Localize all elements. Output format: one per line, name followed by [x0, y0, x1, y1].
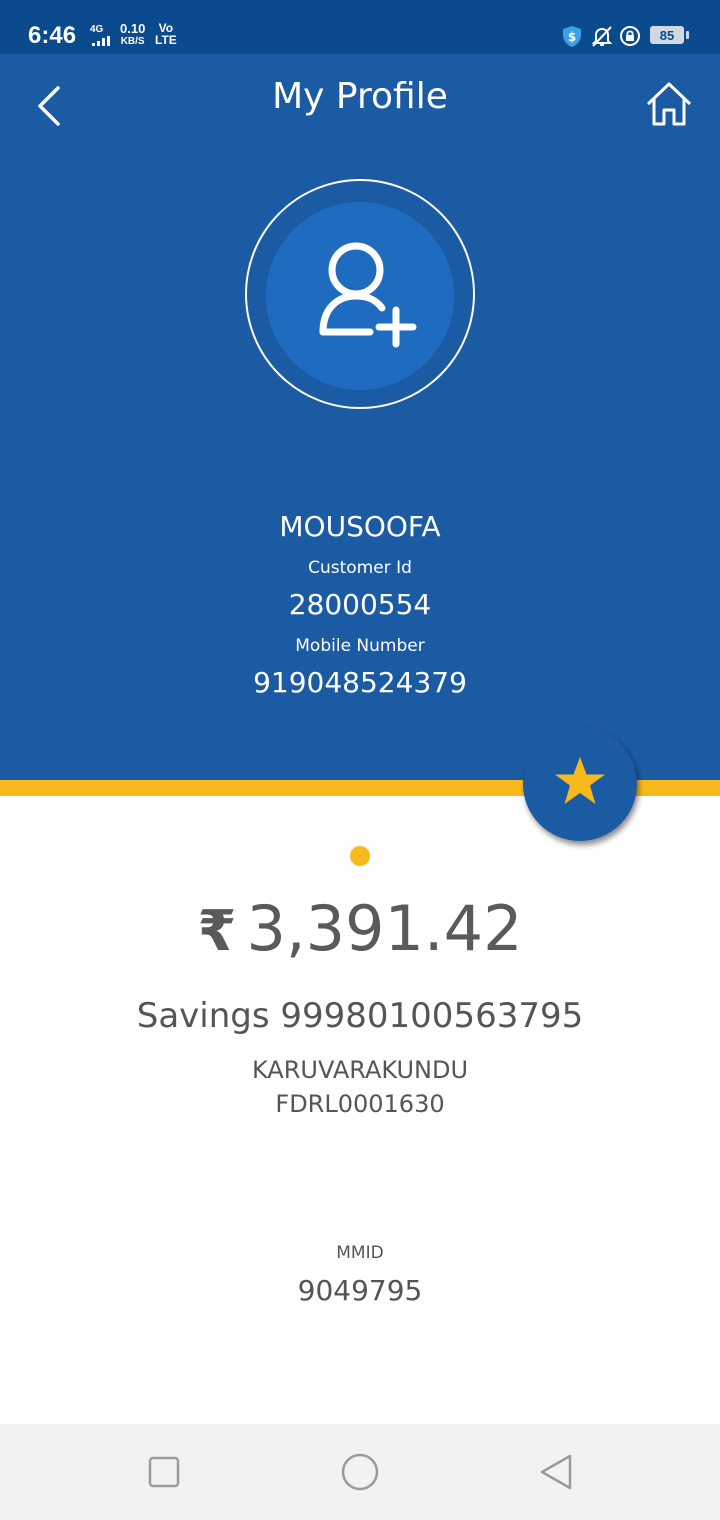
page-title: My Profile	[272, 76, 448, 117]
network-speed: 0.10 KB/S	[120, 22, 145, 48]
battery-icon: 85	[650, 26, 684, 44]
mobile-number: 919048524379	[253, 666, 467, 699]
signal-icon	[92, 36, 112, 46]
status-time: 6:46	[28, 22, 77, 49]
speed-value: 0.10	[120, 21, 146, 36]
status-bar: 6:46 4G 0.10 KB/S Vo LTE $ 85	[0, 0, 720, 54]
branch-name: KARUVARAKUNDU	[251, 1056, 469, 1084]
customer-name: MOUSOOFA	[279, 510, 441, 543]
account-balance: ₹3,391.42	[0, 892, 720, 965]
mmid-value: 9049795	[297, 1274, 423, 1307]
svg-text:$: $	[568, 30, 576, 44]
mmid-label: MMID	[336, 1243, 384, 1263]
battery-tip	[686, 31, 689, 39]
network-type: 4G	[90, 24, 104, 35]
back-triangle-icon[interactable]	[534, 1450, 578, 1494]
customer-id: 28000554	[288, 588, 432, 621]
add-user-icon[interactable]	[310, 240, 422, 352]
rotation-lock-icon	[620, 26, 640, 46]
home-circle-icon[interactable]	[338, 1450, 382, 1494]
page-indicator-dot	[350, 846, 370, 866]
balance-amount: 3,391.42	[246, 892, 523, 965]
speed-unit: KB/S	[120, 36, 145, 47]
home-icon	[646, 82, 692, 126]
bell-muted-icon	[591, 26, 613, 47]
volte-bottom: LTE	[155, 33, 177, 47]
recent-apps-icon[interactable]	[142, 1450, 186, 1494]
home-button[interactable]	[644, 80, 694, 128]
account-type-number: Savings 99980100563795	[136, 996, 584, 1036]
volte-indicator: Vo LTE	[155, 22, 177, 46]
mobile-number-label: Mobile Number	[295, 636, 425, 656]
currency-symbol: ₹	[197, 899, 237, 964]
customer-id-label: Customer Id	[308, 558, 412, 578]
ifsc-code: FDRL0001630	[275, 1090, 445, 1118]
star-icon[interactable]	[553, 755, 607, 809]
shield-dollar-icon: $	[563, 26, 581, 47]
